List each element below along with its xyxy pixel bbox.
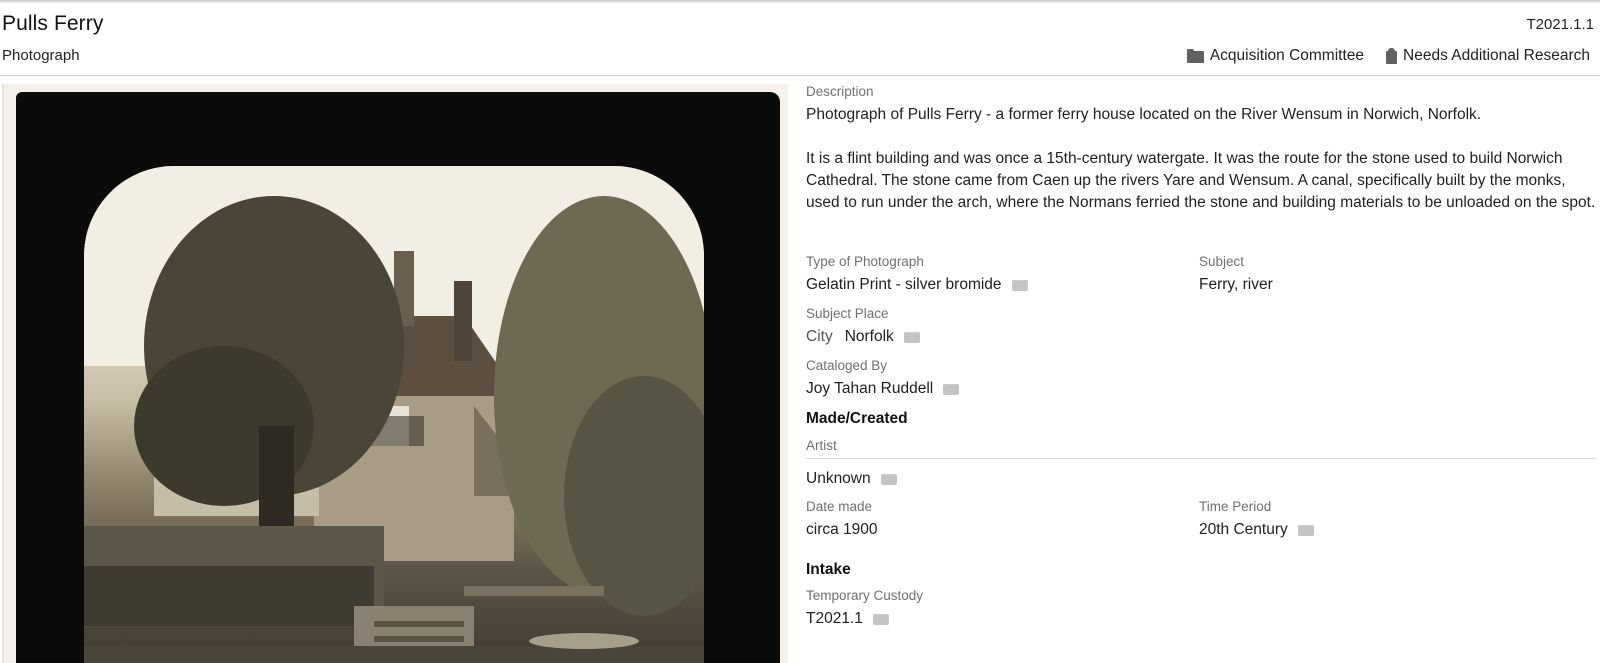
description-paragraph-2: It is a flint building and was once a 15… — [806, 150, 1596, 211]
folder-icon — [1186, 49, 1204, 63]
type-of-photograph-value: Gelatin Print - silver bromide — [806, 274, 1028, 294]
subject-label: Subject — [1199, 254, 1245, 269]
subject-value: Ferry, river — [1199, 276, 1273, 293]
subject-place-label: Subject Place — [806, 306, 889, 321]
record-tags: Acquisition Committee Needs Additional R… — [1186, 47, 1590, 65]
cataloged-by-value: Joy Tahan Ruddell — [806, 378, 960, 398]
comment-icon[interactable] — [1297, 519, 1314, 536]
artist-text: Unknown — [806, 470, 871, 487]
intake-heading: Intake — [806, 561, 851, 578]
comment-icon[interactable] — [1011, 274, 1028, 291]
time-period-value: 20th Century — [1199, 519, 1314, 539]
tag-acquisition-committee[interactable]: Acquisition Committee — [1186, 47, 1365, 65]
comment-icon[interactable] — [903, 326, 920, 343]
temporary-custody-text: T2021.1 — [806, 610, 863, 627]
subject-place-value: City Norfolk — [806, 326, 920, 346]
temporary-custody-label: Temporary Custody — [806, 588, 924, 603]
comment-icon[interactable] — [872, 608, 889, 625]
comment-icon[interactable] — [880, 468, 897, 485]
photograph — [84, 166, 704, 663]
type-of-photograph-text: Gelatin Print - silver bromide — [806, 276, 1002, 293]
accession-number: T2021.1.1 — [1526, 16, 1594, 33]
artist-value: Unknown — [806, 468, 897, 488]
divider — [806, 458, 1596, 459]
cataloged-by-text: Joy Tahan Ruddell — [806, 380, 934, 397]
object-type: Photograph — [2, 47, 80, 64]
time-period-label: Time Period — [1199, 499, 1272, 514]
record-image[interactable] — [2, 84, 788, 663]
photo-illustration — [84, 166, 704, 663]
page-title: Pulls Ferry — [2, 12, 104, 35]
tag-icon — [1386, 48, 1398, 64]
made-created-heading: Made/Created — [806, 410, 908, 427]
artist-label: Artist — [806, 438, 837, 453]
time-period-text: 20th Century — [1199, 521, 1288, 538]
tag-label: Needs Additional Research — [1403, 47, 1590, 64]
place-name: Norfolk — [844, 328, 894, 345]
description-label: Description — [806, 84, 874, 99]
temporary-custody-value: T2021.1 — [806, 608, 889, 628]
date-made-label: Date made — [806, 499, 873, 514]
tag-label: Acquisition Committee — [1209, 47, 1365, 64]
date-made-value: circa 1900 — [806, 521, 878, 538]
description-paragraph-1: Photograph of Pulls Ferry - a former fer… — [806, 106, 1482, 123]
tag-needs-additional-research[interactable]: Needs Additional Research — [1386, 47, 1590, 65]
place-type: City — [806, 328, 833, 345]
cataloged-by-label: Cataloged By — [806, 358, 888, 373]
type-of-photograph-label: Type of Photograph — [806, 254, 924, 269]
record-header: Pulls Ferry Photograph T2021.1.1 Acquisi… — [0, 3, 1600, 76]
comment-icon[interactable] — [943, 378, 960, 395]
